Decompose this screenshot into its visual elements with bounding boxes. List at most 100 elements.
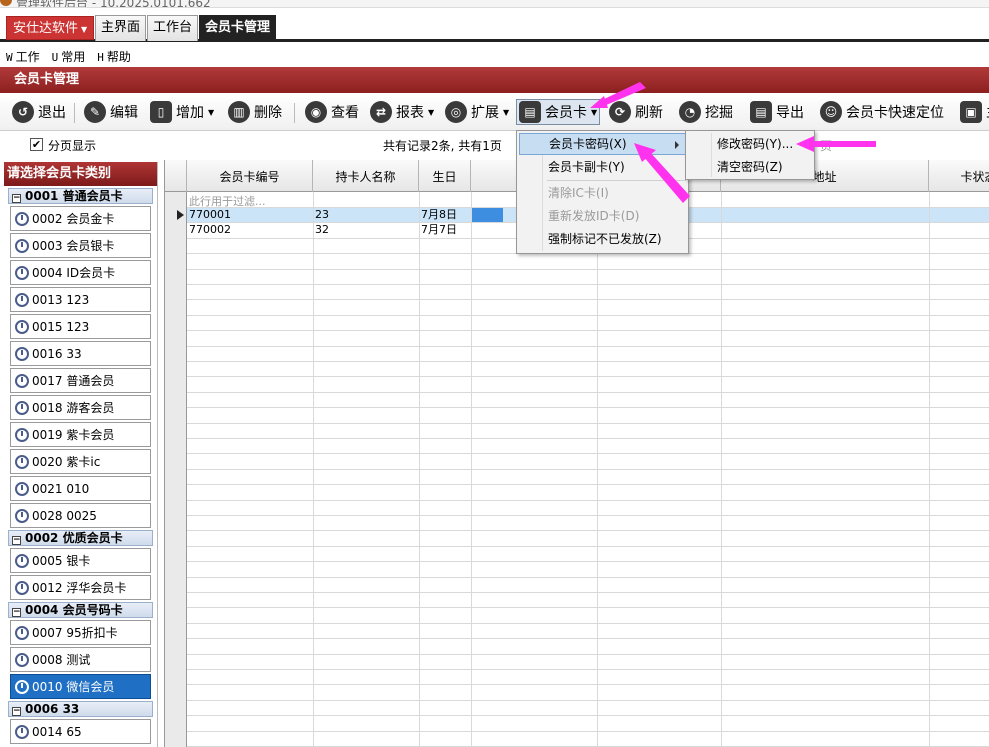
quick-locate-label: 会员卡快速定位 [846, 105, 944, 121]
grid-column-line [471, 192, 472, 747]
collapse-icon[interactable]: − [12, 608, 21, 617]
menu-clear-ic[interactable]: 清除IC卡(I) [519, 182, 686, 204]
paging-checkbox[interactable]: ✔ [30, 138, 43, 151]
menu-force-unissued[interactable]: 强制标记不已发放(Z) [519, 228, 686, 250]
column-holder[interactable]: 持卡人名称 [313, 160, 419, 192]
category-item[interactable]: 0019 紫卡会员 [10, 422, 151, 447]
add-label: 增加 [176, 105, 204, 121]
tab-main[interactable]: 主界面 [95, 15, 147, 41]
group-header[interactable]: −0001 普通会员卡 [8, 188, 153, 204]
clock-icon [15, 481, 29, 496]
record-count: 共有记录2条, 共有1页 [383, 139, 502, 153]
module-title: 会员卡管理 [0, 67, 989, 93]
group-header-label: 0002 优质会员卡 [25, 531, 123, 545]
row-indicator-header [165, 160, 187, 192]
category-item[interactable]: 0014 65 [10, 719, 151, 744]
cell-holder[interactable]: 23 [315, 208, 329, 222]
tab-member-card[interactable]: 会员卡管理 [199, 15, 277, 41]
category-item[interactable]: 0012 浮华会员卡 [10, 575, 151, 600]
category-item-label: 0002 会员金卡 [32, 212, 115, 226]
clock-icon [15, 724, 29, 739]
quick-locate-button[interactable]: ☺ 会员卡快速定位 [820, 99, 944, 125]
add-button[interactable]: ▯ 增加 ▼ [150, 99, 214, 125]
clock-icon [15, 427, 29, 442]
view-button[interactable]: ◉ 查看 [305, 99, 359, 125]
clock-icon [15, 319, 29, 334]
member-card-button[interactable]: ▤ 会员卡 ▼ [516, 99, 601, 125]
category-item[interactable]: 0028 0025 [10, 503, 151, 528]
menu-common[interactable]: U 常用 [52, 48, 86, 65]
category-item[interactable]: 0015 123 [10, 314, 151, 339]
group-header[interactable]: −0004 会员号码卡 [8, 602, 153, 618]
grid-row-line [187, 499, 989, 501]
group-header[interactable]: −0006 33 [8, 701, 153, 717]
menu-help[interactable]: H 帮助 [97, 48, 131, 65]
collapse-icon[interactable]: − [12, 536, 21, 545]
cell-holder[interactable]: 32 [315, 223, 329, 237]
collapse-icon[interactable]: − [12, 194, 21, 203]
delete-button[interactable]: ▥ 删除 [228, 99, 282, 125]
column-birthday[interactable]: 生日 [419, 160, 471, 192]
edit-button[interactable]: ✎ 编辑 [84, 99, 138, 125]
cell-birthday[interactable]: 7月7日 [421, 223, 457, 237]
menu-reissue-id[interactable]: 重新发放ID卡(D) [519, 205, 686, 227]
category-item-label: 0007 95折扣卡 [32, 626, 118, 640]
menu-change-password[interactable]: 修改密码(Y)... [688, 133, 812, 155]
grid-row-line [187, 284, 989, 285]
expand-label: 扩展 [471, 105, 499, 121]
password-submenu: 修改密码(Y)... 清空密码(Z) [685, 130, 815, 180]
clock-icon [15, 400, 29, 415]
tab-workbench[interactable]: 工作台 [147, 15, 199, 41]
menu-card-secondary[interactable]: 会员卡副卡(Y) [519, 156, 686, 178]
category-item[interactable]: 0013 123 [10, 287, 151, 312]
menu-clear-password[interactable]: 清空密码(Z) [688, 156, 812, 178]
exit-button[interactable]: ↺ 退出 [12, 99, 66, 125]
mine-button[interactable]: ◔ 挖掘 [679, 99, 733, 125]
submenu-arrow-icon [675, 141, 679, 149]
clock-icon [15, 580, 29, 595]
category-group: −0002 优质会员卡 0005 银卡 0012 浮华会员卡 [8, 530, 153, 600]
column-card-no[interactable]: 会员卡编号 [187, 160, 313, 192]
category-item[interactable]: 0021 010 [10, 476, 151, 501]
cell-birthday[interactable]: 7月8日 [421, 208, 457, 222]
report-button[interactable]: ⇄ 报表 ▼ [370, 99, 434, 125]
category-item[interactable]: 0017 普通会员 [10, 368, 151, 393]
category-item[interactable]: 0007 95折扣卡 [10, 620, 151, 645]
card-icon: ▤ [519, 101, 541, 123]
cell-card-no[interactable]: 770002 [189, 223, 231, 237]
group-header[interactable]: −0002 优质会员卡 [8, 530, 153, 546]
toolbar-divider [74, 103, 75, 123]
brand-menu-button[interactable]: 安仕达软件 ▼ [6, 16, 95, 40]
category-item[interactable]: 0003 会员银卡 [10, 233, 151, 258]
menu-work[interactable]: W 工作 [6, 48, 40, 65]
column-card-status[interactable]: 卡状态 [929, 160, 989, 192]
collapse-icon[interactable]: − [12, 707, 21, 716]
grid-row-line [187, 391, 989, 393]
brand-label: 安仕达软件 [13, 21, 79, 36]
cell-card-no[interactable]: 770001 [189, 208, 231, 222]
category-item[interactable]: 0004 ID会员卡 [10, 260, 151, 285]
category-item-label: 0014 65 [32, 724, 82, 739]
clock-icon [15, 292, 29, 307]
grid-row-line [187, 468, 989, 470]
category-item-label: 0015 123 [32, 319, 90, 334]
category-item[interactable]: 0018 游客会员 [10, 395, 151, 420]
expand-button[interactable]: ◎ 扩展 ▼ [445, 99, 509, 125]
menu-card-password[interactable]: 会员卡密码(X) [519, 133, 686, 155]
grid-column-line [597, 192, 598, 747]
category-item-selected[interactable]: 0010 微信会员 [10, 674, 151, 699]
category-item[interactable]: 0002 会员金卡 [10, 206, 151, 231]
category-item[interactable]: 0016 33 [10, 341, 151, 366]
category-item[interactable]: 0008 测试 [10, 647, 151, 672]
category-item[interactable]: 0005 银卡 [10, 548, 151, 573]
category-item-label: 0020 紫卡ic [32, 455, 101, 469]
options-row: ✔ 分页显示 共有记录2条, 共有1页 页 [0, 131, 989, 159]
focused-cell[interactable] [471, 208, 503, 222]
more-button[interactable]: ▣主 [960, 99, 989, 125]
category-group: −0001 普通会员卡 0002 会员金卡 0003 会员银卡 0004 ID会… [8, 188, 153, 528]
category-item[interactable]: 0020 紫卡ic [10, 449, 151, 474]
refresh-icon: ⟳ [609, 101, 631, 123]
export-button[interactable]: ▤ 导出 [750, 99, 804, 125]
refresh-button[interactable]: ⟳ 刷新 [609, 99, 663, 125]
category-group: −0006 33 0014 65 [8, 701, 153, 744]
